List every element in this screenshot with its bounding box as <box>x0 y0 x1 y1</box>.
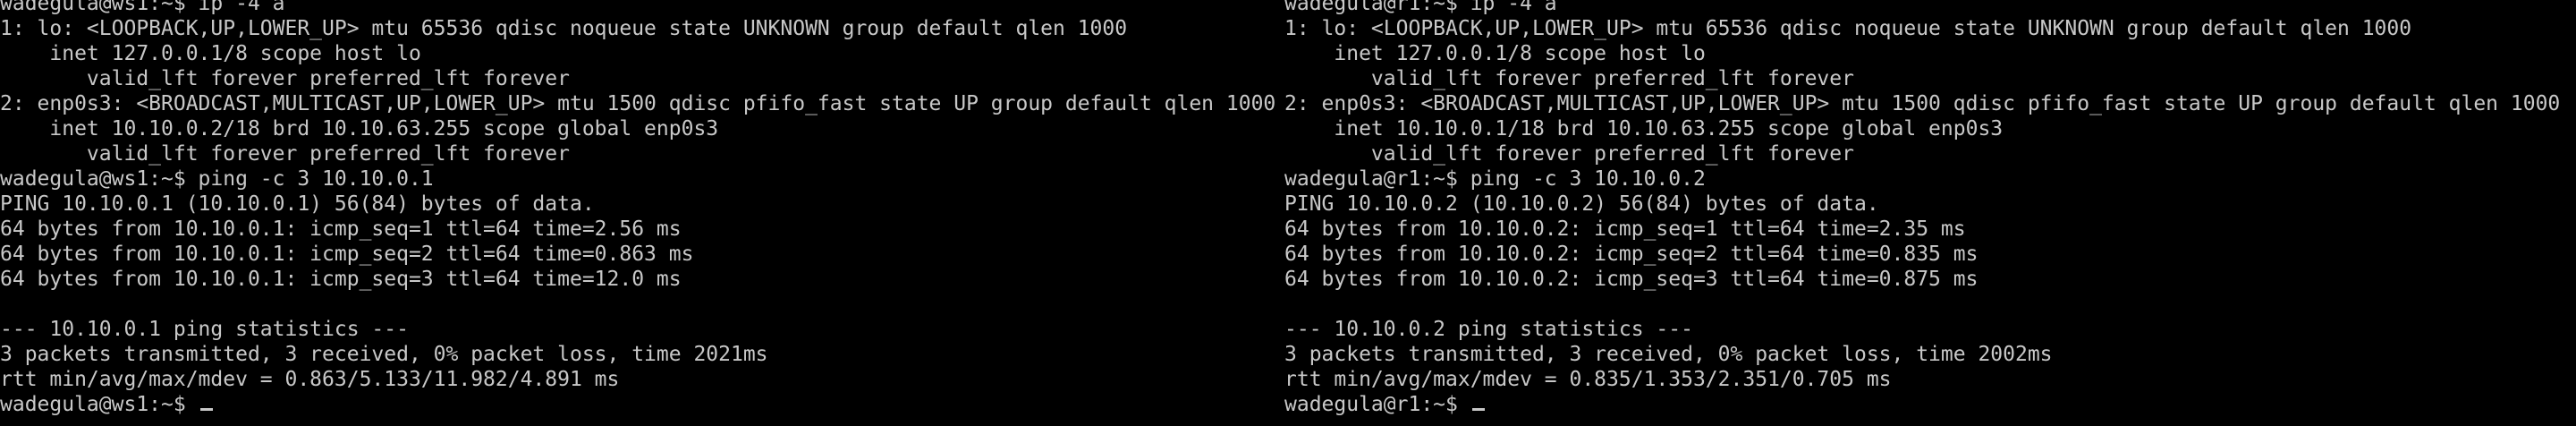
terminal-line: wadegula@r1:~$ ip -4 a <box>1284 0 1557 15</box>
prompt-line[interactable]: wadegula@r1:~$ <box>1284 392 2560 417</box>
terminal-line: 64 bytes from 10.10.0.1: icmp_seq=2 ttl=… <box>0 243 694 266</box>
terminal-line: wadegula@ws1:~$ ip -4 a <box>0 0 285 15</box>
prompt-line[interactable]: wadegula@ws1:~$ <box>0 392 1275 417</box>
terminal-r1[interactable]: wadegula@r1:~$ ip -4 a 1: lo: <LOOPBACK,… <box>1284 0 2576 426</box>
terminal-line: inet 127.0.0.1/8 scope host lo <box>0 42 421 65</box>
shell-prompt: wadegula@r1:~$ <box>1284 393 1470 416</box>
terminal-line: inet 10.10.0.1/18 brd 10.10.63.255 scope… <box>1284 117 2004 141</box>
terminal-line: 64 bytes from 10.10.0.2: icmp_seq=3 ttl=… <box>1284 268 1979 291</box>
terminal-line: 3 packets transmitted, 3 received, 0% pa… <box>1284 343 2053 366</box>
terminal-line: valid_lft forever preferred_lft forever <box>1284 142 1854 166</box>
terminal-line: inet 127.0.0.1/8 scope host lo <box>1284 42 1706 65</box>
terminal-line: inet 10.10.0.2/18 brd 10.10.63.255 scope… <box>0 117 719 141</box>
terminal-line: PING 10.10.0.2 (10.10.0.2) 56(84) bytes … <box>1284 192 1879 216</box>
terminal-line: valid_lft forever preferred_lft forever <box>0 67 570 90</box>
terminal-line: 1: lo: <LOOPBACK,UP,LOWER_UP> mtu 65536 … <box>1284 17 2412 40</box>
terminal-line: valid_lft forever preferred_lft forever <box>0 142 570 166</box>
shell-prompt: wadegula@ws1:~$ <box>0 393 199 416</box>
terminal-output: wadegula@r1:~$ ip -4 a 1: lo: <LOOPBACK,… <box>1284 0 2560 417</box>
terminal-line: rtt min/avg/max/mdev = 0.863/5.133/11.98… <box>0 368 620 391</box>
terminal-line: 1: lo: <LOOPBACK,UP,LOWER_UP> mtu 65536 … <box>0 17 1128 40</box>
terminal-line: 2: enp0s3: <BROADCAST,MULTICAST,UP,LOWER… <box>0 92 1276 115</box>
terminal-line: wadegula@ws1:~$ ping -c 3 10.10.0.1 <box>0 167 434 191</box>
terminal-line: --- 10.10.0.1 ping statistics --- <box>0 318 409 341</box>
terminal-line: 2: enp0s3: <BROADCAST,MULTICAST,UP,LOWER… <box>1284 92 2561 115</box>
terminal-line: wadegula@r1:~$ ping -c 3 10.10.0.2 <box>1284 167 1706 191</box>
terminal-line: PING 10.10.0.1 (10.10.0.1) 56(84) bytes … <box>0 192 595 216</box>
terminal-line: rtt min/avg/max/mdev = 0.835/1.353/2.351… <box>1284 368 1892 391</box>
terminal-line: 64 bytes from 10.10.0.2: icmp_seq=1 ttl=… <box>1284 217 1966 241</box>
terminal-line: valid_lft forever preferred_lft forever <box>1284 67 1854 90</box>
terminal-line: 3 packets transmitted, 3 received, 0% pa… <box>0 343 768 366</box>
text-cursor <box>199 408 213 411</box>
terminal-line: 64 bytes from 10.10.0.1: icmp_seq=3 ttl=… <box>0 268 682 291</box>
terminal-output: wadegula@ws1:~$ ip -4 a 1: lo: <LOOPBACK… <box>0 0 1275 417</box>
terminal-line: 64 bytes from 10.10.0.2: icmp_seq=2 ttl=… <box>1284 243 1979 266</box>
terminal-ws1[interactable]: wadegula@ws1:~$ ip -4 a 1: lo: <LOOPBACK… <box>0 0 1284 426</box>
terminal-line: 64 bytes from 10.10.0.1: icmp_seq=1 ttl=… <box>0 217 682 241</box>
terminal-line: --- 10.10.0.2 ping statistics --- <box>1284 318 1693 341</box>
text-cursor <box>1471 408 1485 411</box>
